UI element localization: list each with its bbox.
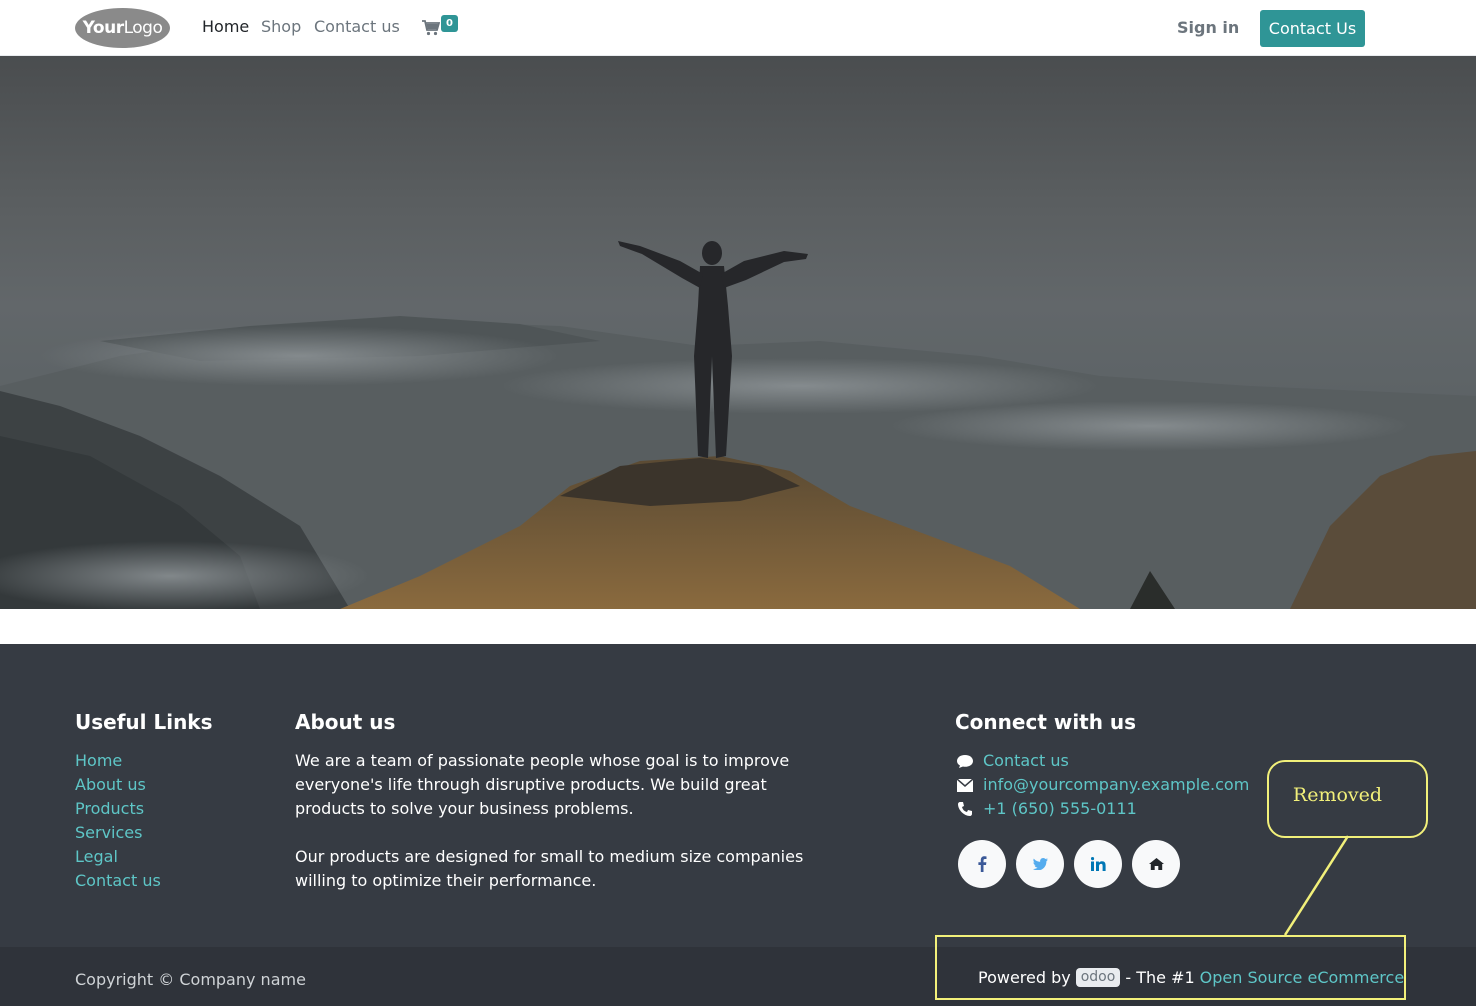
hero-banner-image bbox=[0, 56, 1476, 609]
about-paragraph: We are a team of passionate people whose… bbox=[295, 751, 790, 818]
sign-in-link[interactable]: Sign in bbox=[1177, 18, 1239, 37]
about-paragraph: Our products are designed for small to m… bbox=[295, 847, 804, 890]
twitter-button[interactable] bbox=[1016, 840, 1064, 888]
annotation-callout-text: Removed bbox=[1292, 784, 1383, 806]
site-header: Your Logo Home Shop Contact us 0 Sign in … bbox=[0, 0, 1476, 56]
footer-link-contact-us[interactable]: Contact us bbox=[75, 869, 161, 893]
nav-shop[interactable]: Shop bbox=[261, 17, 301, 36]
comment-icon bbox=[955, 754, 975, 769]
envelope-icon bbox=[955, 778, 975, 792]
facebook-icon bbox=[978, 856, 987, 872]
site-footer: Useful Links Home About us Products Serv… bbox=[0, 644, 1476, 947]
copyright-text: Copyright © Company name bbox=[75, 970, 306, 989]
about-us-text: We are a team of passionate people whose… bbox=[295, 749, 820, 917]
contact-item[interactable]: +1 (650) 555-0111 bbox=[955, 797, 1249, 821]
logo-text-bold: Your bbox=[82, 18, 124, 38]
contact-list: Contact us info@yourcompany.example.com … bbox=[955, 749, 1249, 821]
annotation-highlight-box bbox=[935, 935, 1406, 1000]
contact-item[interactable]: info@yourcompany.example.com bbox=[955, 773, 1249, 797]
contact-us-link[interactable]: Contact us bbox=[983, 749, 1069, 773]
linkedin-icon bbox=[1090, 857, 1106, 871]
twitter-icon bbox=[1032, 858, 1048, 870]
phone-link[interactable]: +1 (650) 555-0111 bbox=[983, 797, 1137, 821]
footer-link-about-us[interactable]: About us bbox=[75, 773, 161, 797]
useful-links-title: Useful Links bbox=[75, 710, 213, 734]
email-link[interactable]: info@yourcompany.example.com bbox=[983, 773, 1249, 797]
mountain-landscape-illustration bbox=[0, 241, 1476, 609]
about-us-title: About us bbox=[295, 710, 396, 734]
nav-home[interactable]: Home bbox=[202, 17, 249, 36]
home-icon bbox=[1148, 858, 1164, 870]
logo-text-light: Logo bbox=[123, 18, 163, 38]
connect-title: Connect with us bbox=[955, 710, 1137, 734]
site-logo[interactable]: Your Logo bbox=[75, 8, 170, 48]
linkedin-button[interactable] bbox=[1074, 840, 1122, 888]
home-button[interactable] bbox=[1132, 840, 1180, 888]
nav-contact-us[interactable]: Contact us bbox=[314, 17, 400, 36]
footer-link-services[interactable]: Services bbox=[75, 821, 161, 845]
footer-link-home[interactable]: Home bbox=[75, 749, 161, 773]
shopping-cart-icon[interactable] bbox=[422, 20, 440, 36]
phone-icon bbox=[955, 802, 975, 816]
footer-link-products[interactable]: Products bbox=[75, 797, 161, 821]
facebook-button[interactable] bbox=[958, 840, 1006, 888]
useful-links-list: Home About us Products Services Legal Co… bbox=[75, 749, 161, 893]
contact-item[interactable]: Contact us bbox=[955, 749, 1249, 773]
annotation-callout: Removed bbox=[1267, 760, 1428, 838]
footer-link-legal[interactable]: Legal bbox=[75, 845, 161, 869]
contact-us-button[interactable]: Contact Us bbox=[1260, 10, 1365, 47]
cart-count-badge: 0 bbox=[441, 15, 458, 32]
